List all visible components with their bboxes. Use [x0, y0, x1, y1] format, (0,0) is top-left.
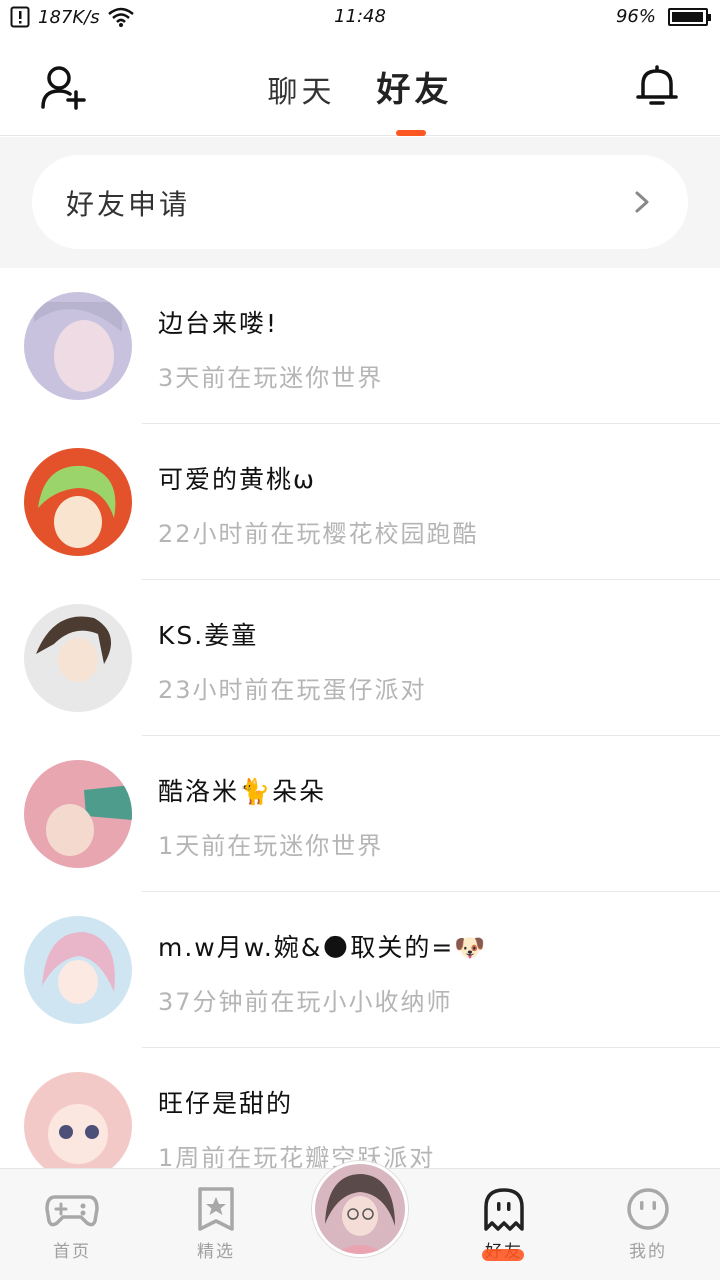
friend-row[interactable]: 边台来喽! 3天前在玩迷你世界 — [0, 268, 720, 424]
profile-avatar[interactable] — [312, 1161, 408, 1257]
friend-status: 22小时前在玩樱花校园跑酷 — [158, 520, 479, 548]
friend-status: 1周前在玩花瓣空跃派对 — [158, 1144, 436, 1168]
active-nav-indicator — [482, 1249, 524, 1261]
friend-row[interactable]: 旺仔是甜的 1周前在玩花瓣空跃派对 — [0, 1048, 720, 1168]
friend-name: 边台来喽! — [158, 309, 279, 338]
friend-request-button[interactable]: 好友申请 — [32, 155, 688, 249]
battery-level — [672, 11, 703, 22]
friend-name: KS.姜童 — [158, 621, 259, 650]
friend-request-section: 好友申请 — [0, 137, 720, 268]
friend-status: 3天前在玩迷你世界 — [158, 364, 384, 392]
top-header: 聊天 好友 — [0, 34, 720, 136]
friend-request-label: 好友申请 — [66, 188, 191, 221]
friend-name: 旺仔是甜的 — [158, 1089, 294, 1118]
bell-icon[interactable] — [636, 64, 678, 108]
friend-row[interactable]: KS.姜童 23小时前在玩蛋仔派对 — [0, 580, 720, 736]
bottom-nav: 首页 精选 好友 我的 — [0, 1161, 720, 1280]
nav-me[interactable]: 我的 — [598, 1187, 698, 1262]
gamepad-icon — [45, 1195, 99, 1227]
nav-featured-label: 精选 — [197, 1242, 235, 1262]
tab-friends[interactable]: 好友 — [377, 62, 453, 111]
friend-status: 37分钟前在玩小小收纳师 — [158, 988, 453, 1016]
friend-avatar[interactable] — [24, 448, 132, 556]
nav-home[interactable]: 首页 — [22, 1187, 122, 1262]
face-icon — [627, 1188, 669, 1230]
friend-status: 23小时前在玩蛋仔派对 — [158, 676, 427, 704]
nav-home-label: 首页 — [53, 1242, 91, 1262]
star-bookmark-icon — [198, 1187, 234, 1231]
friend-avatar[interactable] — [24, 604, 132, 712]
clock: 11:48 — [334, 6, 386, 27]
friend-avatar[interactable] — [24, 760, 132, 868]
ghost-icon — [484, 1188, 524, 1231]
friend-avatar[interactable] — [24, 1072, 132, 1168]
friend-name: m.w月w.婉&🌑取关的=🐶 — [158, 933, 488, 962]
tab-bar: 聊天 好友 — [0, 62, 720, 111]
friend-name: 酷洛米🐈朵朵 — [158, 777, 327, 806]
nav-featured[interactable]: 精选 — [166, 1187, 266, 1262]
friend-row[interactable]: m.w月w.婉&🌑取关的=🐶 37分钟前在玩小小收纳师 — [0, 892, 720, 1048]
tab-chat[interactable]: 聊天 — [267, 67, 335, 111]
chevron-right-icon — [635, 191, 649, 213]
status-bar: 187K/s 11:48 96% — [0, 0, 720, 34]
nav-me-label: 我的 — [629, 1242, 667, 1262]
battery-percent: 96% — [615, 6, 656, 27]
friend-avatar[interactable] — [24, 916, 132, 1024]
active-tab-indicator — [396, 130, 426, 136]
friend-row[interactable]: 酷洛米🐈朵朵 1天前在玩迷你世界 — [0, 736, 720, 892]
battery-icon — [668, 7, 711, 26]
friend-status: 1天前在玩迷你世界 — [158, 832, 384, 860]
status-right: 96% — [615, 6, 711, 27]
friend-row[interactable]: 可爱的黄桃ω 22小时前在玩樱花校园跑酷 — [0, 424, 720, 580]
friend-list: 边台来喽! 3天前在玩迷你世界 可爱的黄桃ω 22小时前在玩樱花校园跑酷 KS.… — [0, 268, 720, 1168]
friend-name: 可爱的黄桃ω — [158, 465, 316, 494]
friend-avatar[interactable] — [24, 292, 132, 400]
